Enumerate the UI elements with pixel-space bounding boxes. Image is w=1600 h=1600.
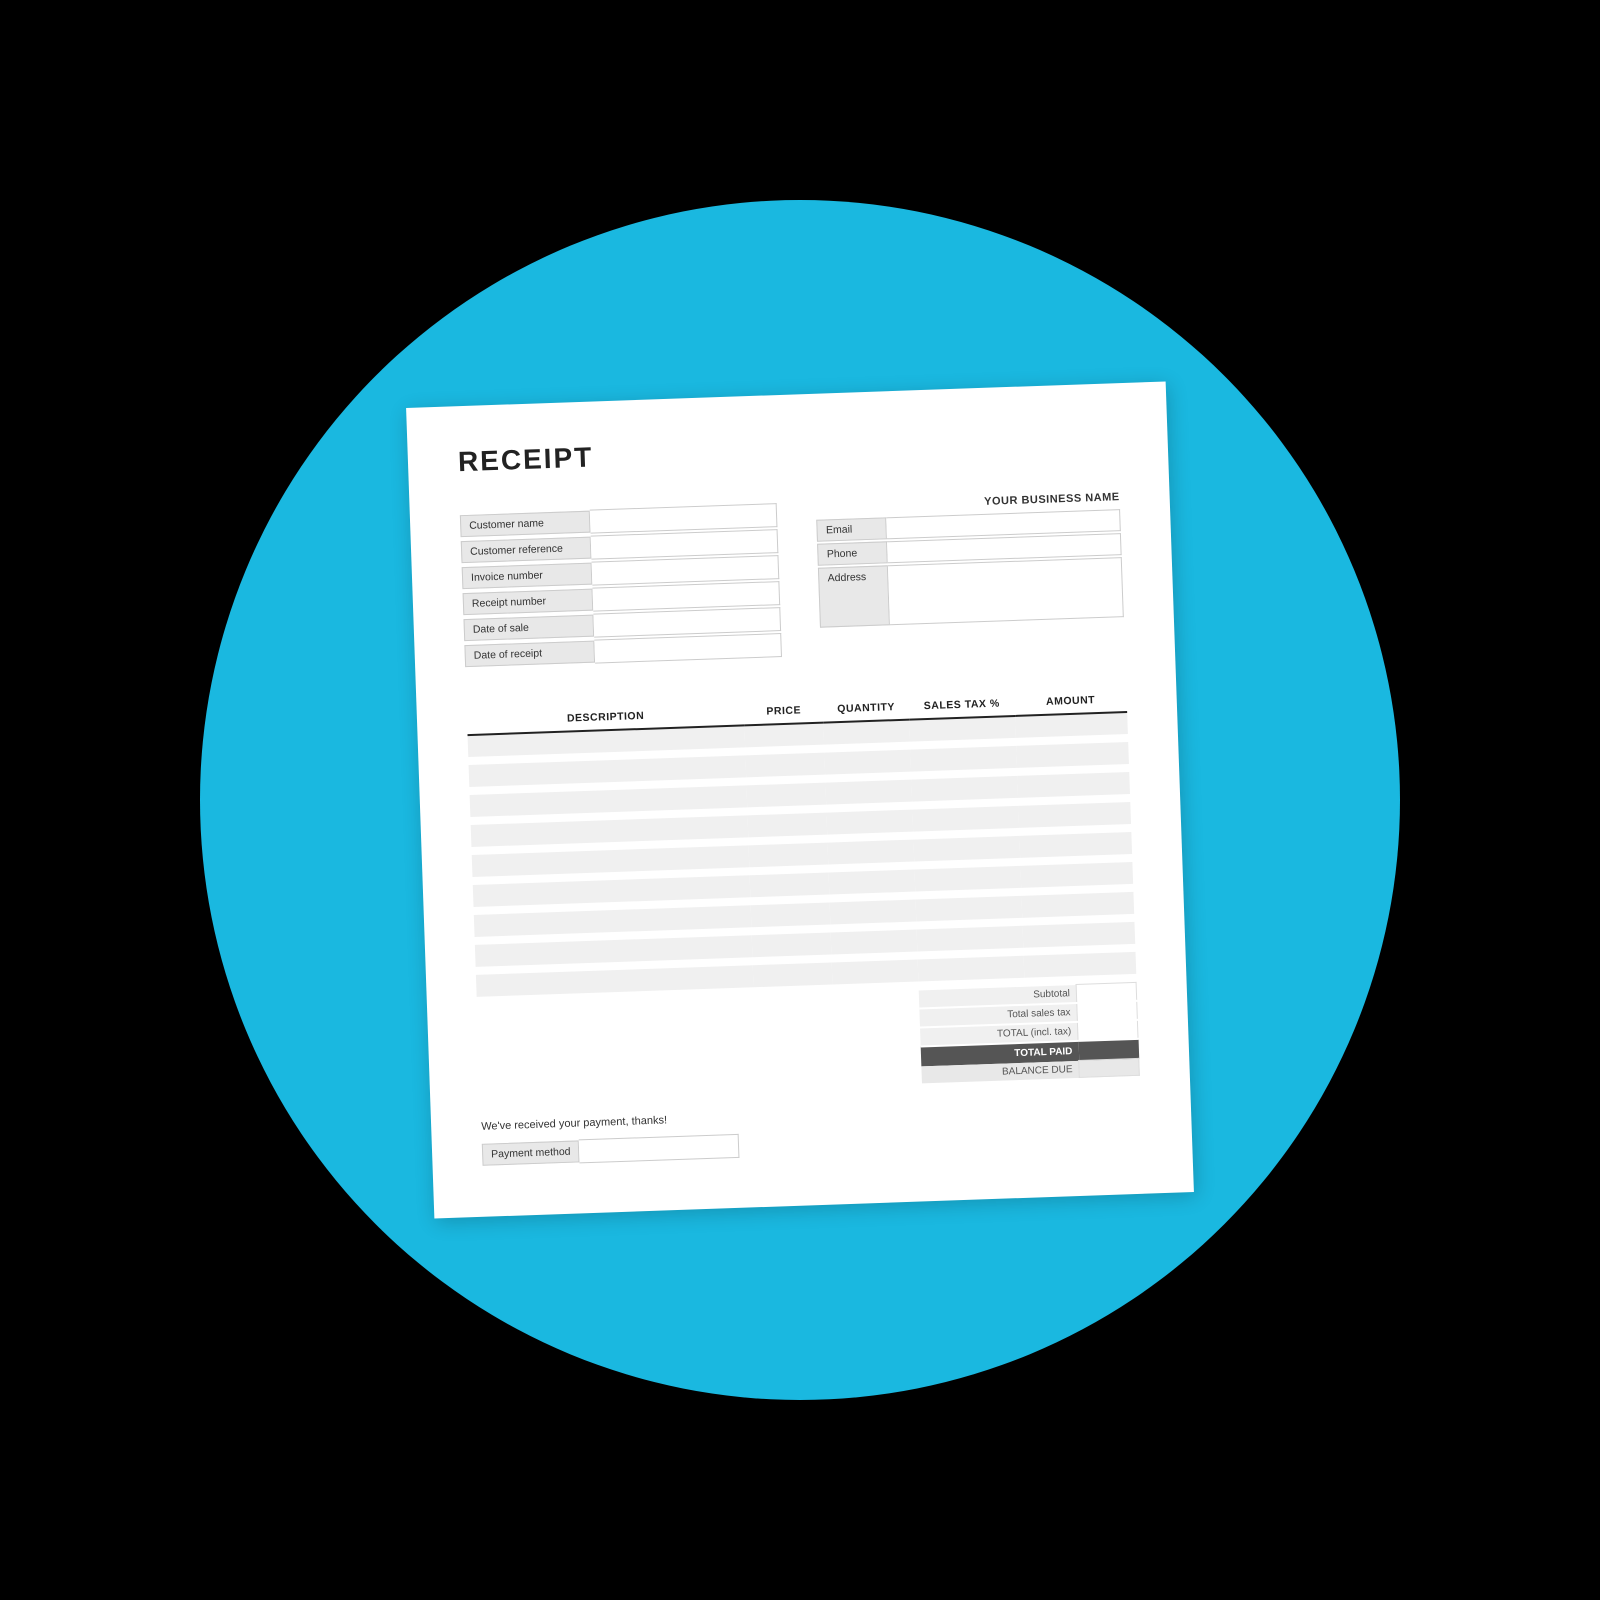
- table-cell[interactable]: [749, 843, 829, 868]
- field-label-4: Date of sale: [463, 615, 594, 642]
- table-cell[interactable]: [824, 720, 911, 745]
- field-label-1: Customer reference: [461, 537, 592, 564]
- totals-table: SubtotalTotal sales taxTOTAL (incl. tax)…: [919, 982, 1140, 1084]
- table-cell[interactable]: [750, 873, 830, 898]
- field-value-2[interactable]: [592, 555, 780, 586]
- totals-value-1[interactable]: [1077, 1000, 1138, 1021]
- totals-value-0[interactable]: [1076, 982, 1137, 1002]
- field-value-1[interactable]: [591, 529, 779, 560]
- top-section: Customer nameCustomer referenceInvoice n…: [460, 491, 1125, 670]
- col-header-price: PRICE: [744, 698, 824, 726]
- field-label-2: Invoice number: [462, 563, 593, 590]
- table-cell[interactable]: [825, 750, 912, 775]
- items-table: DESCRIPTION PRICE QUANTITY SALES TAX % A…: [467, 687, 1137, 1005]
- field-value-0[interactable]: [590, 503, 778, 534]
- table-cell[interactable]: [746, 753, 826, 778]
- field-value-3[interactable]: [592, 581, 780, 612]
- table-cell[interactable]: [828, 840, 915, 865]
- field-label-0: Customer name: [460, 511, 591, 538]
- receipt-paper: RECEIPT Customer nameCustomer referenceI…: [406, 381, 1194, 1218]
- right-field-label-0: Email: [817, 517, 888, 541]
- totals-value-3[interactable]: [1078, 1038, 1139, 1060]
- field-value-5[interactable]: [594, 633, 782, 664]
- totals-value-4[interactable]: [1079, 1058, 1140, 1077]
- table-cell[interactable]: [753, 962, 833, 987]
- left-fields: Customer nameCustomer referenceInvoice n…: [460, 503, 782, 670]
- payment-method-label: Payment method: [482, 1140, 580, 1165]
- table-cell[interactable]: [826, 780, 913, 805]
- col-header-sales-tax: SALES TAX %: [909, 691, 1015, 720]
- bottom-left: We've received your payment, thanks! Pay…: [481, 1092, 1142, 1167]
- table-cell[interactable]: [832, 959, 919, 984]
- right-field-row: Address: [818, 557, 1124, 628]
- table-cell[interactable]: [752, 932, 832, 957]
- table-cell[interactable]: [829, 870, 916, 895]
- col-header-quantity: QUANTITY: [823, 695, 910, 723]
- right-fields: YOUR BUSINESS NAME EmailPhoneAddress: [816, 491, 1125, 658]
- right-field-label-2: Address: [818, 565, 890, 627]
- table-cell[interactable]: [745, 723, 825, 748]
- bottom-section: We've received your payment, thanks! Pay…: [481, 1092, 1142, 1167]
- right-field-value-2[interactable]: [888, 557, 1124, 625]
- payment-method-value[interactable]: [579, 1134, 740, 1164]
- table-cell[interactable]: [747, 783, 827, 808]
- receipt-title: RECEIPT: [457, 423, 1118, 478]
- right-field-label-1: Phone: [817, 541, 888, 565]
- table-cell[interactable]: [827, 810, 914, 835]
- totals-value-2[interactable]: [1077, 1019, 1138, 1040]
- field-label-5: Date of receipt: [464, 641, 595, 668]
- table-cell[interactable]: [751, 903, 831, 928]
- field-label-3: Receipt number: [463, 589, 594, 616]
- field-value-4[interactable]: [593, 607, 781, 638]
- table-cell[interactable]: [748, 813, 828, 838]
- table-cell[interactable]: [831, 930, 918, 955]
- table-cell[interactable]: [830, 900, 917, 925]
